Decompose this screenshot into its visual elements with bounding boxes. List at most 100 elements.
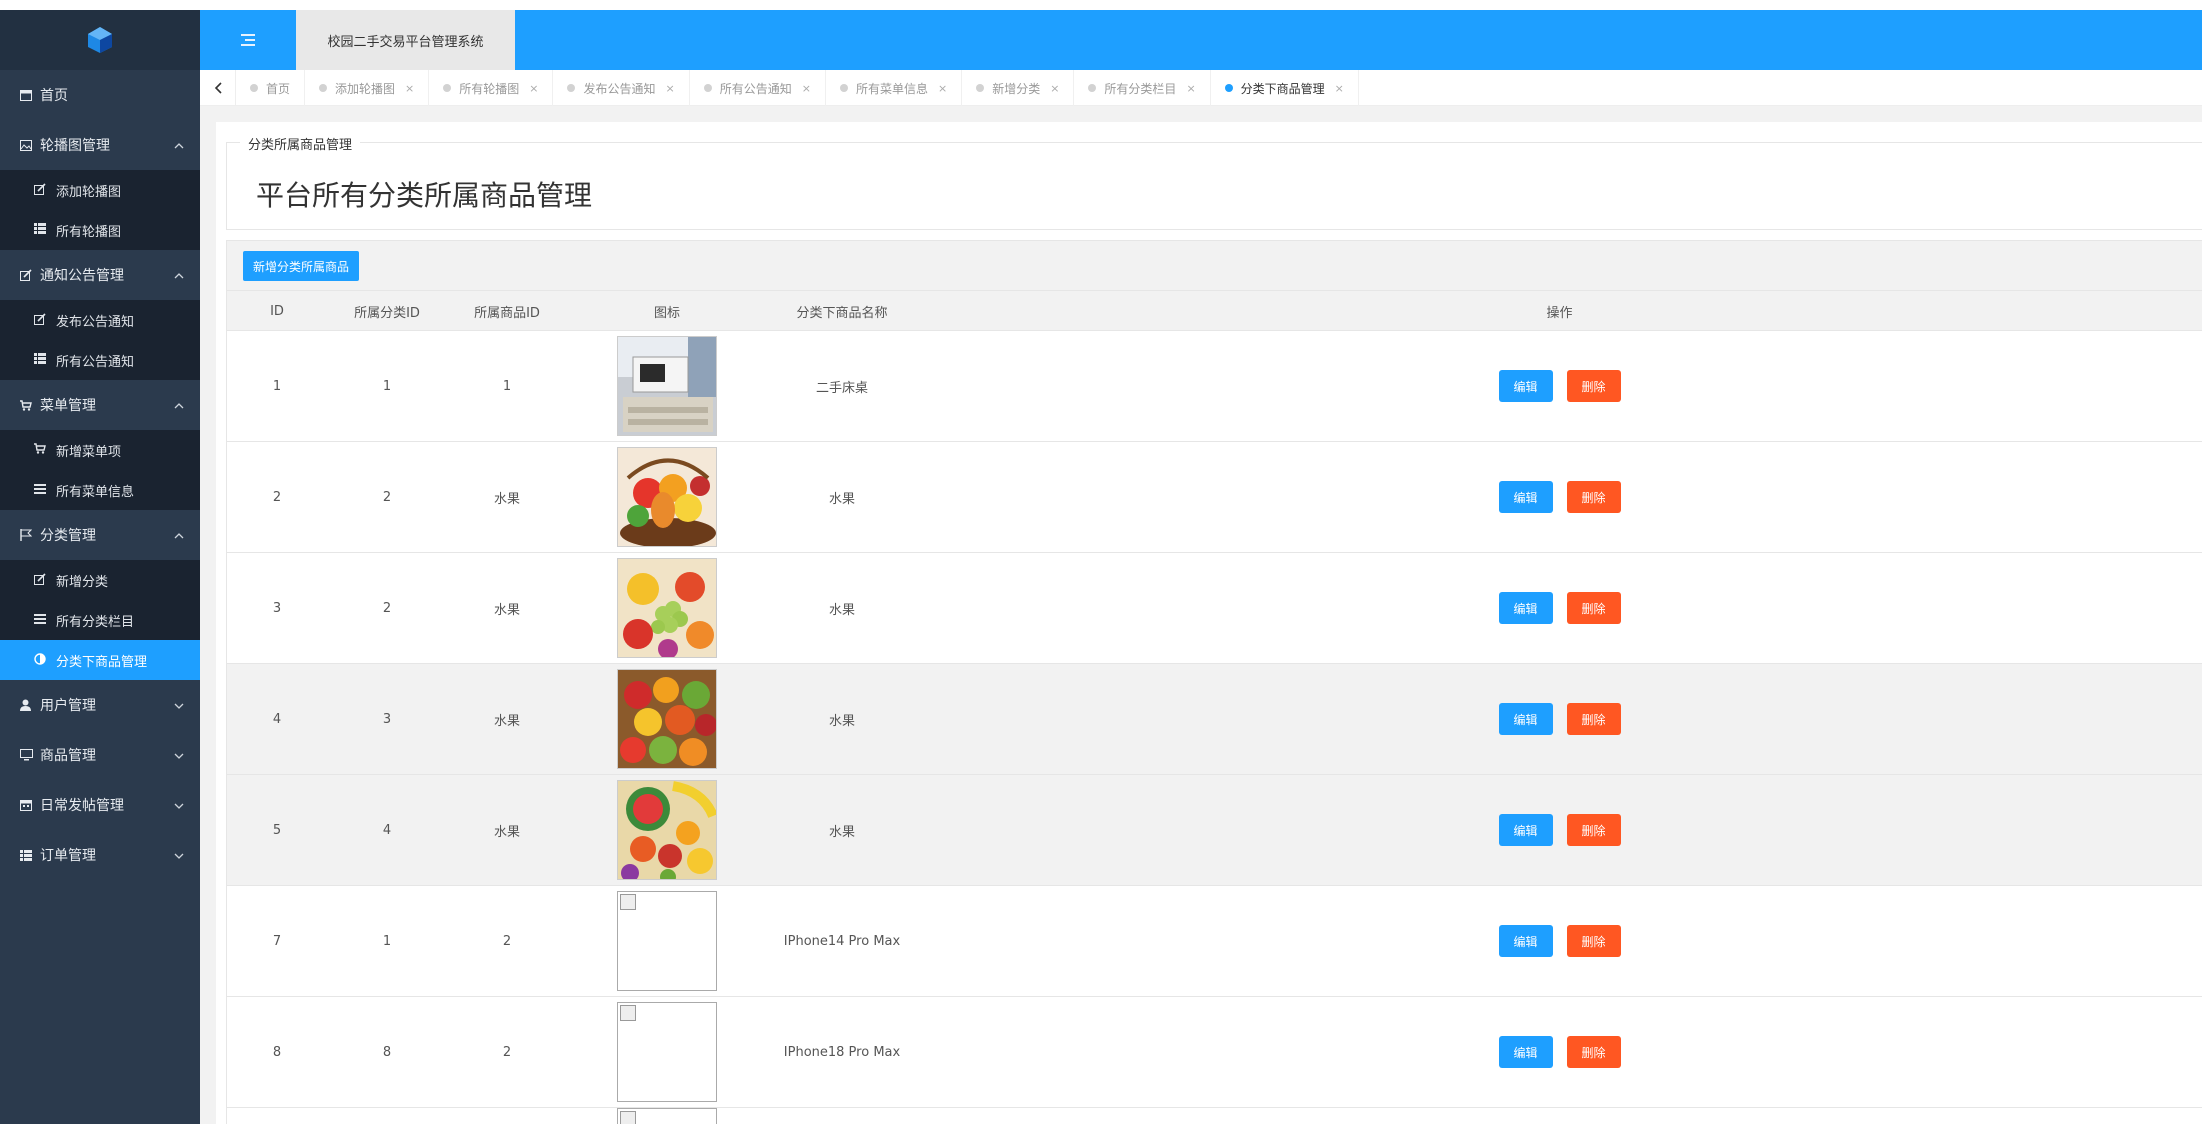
sidebar-item-2-1[interactable]: 所有菜单信息 <box>0 470 200 510</box>
sidebar-item-1-0[interactable]: 发布公告通知 <box>0 300 200 340</box>
flag-icon <box>20 529 40 541</box>
sidebar-group-5[interactable]: 商品管理 <box>0 730 200 780</box>
close-icon[interactable]: × <box>1335 82 1344 95</box>
table-row[interactable]: 4 3 水果 水果 编辑 删除 <box>227 664 2202 775</box>
sidebar-groups: 轮播图管理添加轮播图所有轮播图 通知公告管理 发布公告通知所有公告通知菜单管理 新增菜… <box>0 120 200 880</box>
sidebar-group-6[interactable]: 日常发帖管理 <box>0 780 200 830</box>
cell-actions: 编辑 删除 <box>917 553 2202 663</box>
cell-id: 4 <box>272 711 282 727</box>
delete-button[interactable]: 删除 <box>1566 592 1621 624</box>
close-icon[interactable]: × <box>1050 82 1059 95</box>
delete-button[interactable]: 删除 <box>1566 703 1621 735</box>
close-icon[interactable]: × <box>405 82 414 95</box>
chevron-up-icon <box>174 528 184 542</box>
cell-icon <box>567 331 767 441</box>
sidebar-group-label: 用户管理 <box>40 698 96 714</box>
delete-button[interactable]: 删除 <box>1566 481 1621 513</box>
row-actions: 编辑 删除 <box>1498 925 1621 957</box>
broken-image-icon <box>617 1108 717 1124</box>
edit-button[interactable]: 编辑 <box>1498 1036 1553 1068</box>
sidebar-item-3-1[interactable]: 所有分类栏目 <box>0 600 200 640</box>
tab-label: 首页 <box>266 81 291 96</box>
column-header-id[interactable]: ID <box>227 291 327 331</box>
sidebar-item-label: 所有公告通知 <box>56 354 135 370</box>
sidebar-group-0[interactable]: 轮播图管理 <box>0 120 200 170</box>
cell-goods-id: 水果 <box>493 491 520 507</box>
system-title-tab[interactable]: 校园二手交易平台管理系统 <box>296 10 515 70</box>
sidebar-group-3[interactable]: 分类管理 <box>0 510 200 560</box>
table-row[interactable]: 3 2 水果 水果 编辑 删除 <box>227 553 2202 664</box>
close-icon[interactable]: × <box>1186 82 1195 95</box>
edit-button[interactable]: 编辑 <box>1498 703 1553 735</box>
tab-4[interactable]: 所有公告通知 × <box>690 70 826 106</box>
tab-1[interactable]: 添加轮播图 × <box>305 70 430 106</box>
table-row-partial <box>227 1108 2202 1124</box>
delete-button[interactable]: 删除 <box>1566 925 1621 957</box>
tab-status-dot <box>1224 84 1233 92</box>
sidebar-group-4[interactable]: 用户管理 <box>0 680 200 730</box>
edit-button[interactable]: 编辑 <box>1498 925 1553 957</box>
chevron-down-icon <box>174 698 184 712</box>
grapes-fruit-photo <box>617 558 717 658</box>
sidebar-item-0-1[interactable]: 所有轮播图 <box>0 210 200 250</box>
tab-8[interactable]: 分类下商品管理 × <box>1211 70 1359 106</box>
tab-6[interactable]: 新增分类 × <box>962 70 1075 106</box>
add-category-goods-button[interactable]: 新增分类所属商品 <box>243 251 360 281</box>
tab-status-dot <box>567 84 576 92</box>
cell-category-id: 8 <box>382 1044 392 1060</box>
sidebar-group-7[interactable]: 订单管理 <box>0 830 200 880</box>
chevron-down-icon <box>174 848 184 862</box>
close-icon[interactable]: × <box>938 82 947 95</box>
edit-button[interactable]: 编辑 <box>1498 814 1553 846</box>
row-actions: 编辑 删除 <box>1498 703 1621 735</box>
close-icon[interactable]: × <box>529 82 538 95</box>
column-header-name[interactable]: 分类下商品名称 <box>767 291 917 331</box>
table-row[interactable]: 8 8 2 IPhone18 Pro Max 编辑 删除 <box>227 997 2202 1108</box>
sidebar-item-1-1[interactable]: 所有公告通知 <box>0 340 200 380</box>
delete-button[interactable]: 删除 <box>1566 814 1621 846</box>
cell-category-id: 4 <box>382 822 392 838</box>
column-header-icon[interactable]: 图标 <box>567 291 767 331</box>
edit-button[interactable]: 编辑 <box>1498 370 1553 402</box>
tab-label: 所有菜单信息 <box>855 81 928 96</box>
sidebar-item-home[interactable]: 首页 <box>0 70 200 120</box>
cell-goods-id: 水果 <box>493 602 520 618</box>
tab-5[interactable]: 所有菜单信息 × <box>826 70 963 106</box>
table-row[interactable]: 5 4 水果 水果 编辑 删除 <box>227 775 2202 886</box>
cell-category-id: 2 <box>382 600 392 616</box>
column-header-category-id[interactable]: 所属分类ID <box>327 291 447 331</box>
cell-goods-id: 1 <box>502 378 512 394</box>
delete-button[interactable]: 删除 <box>1566 1036 1621 1068</box>
cell-actions: 编辑 删除 <box>917 331 2202 441</box>
cell-goods-id: 2 <box>502 933 512 949</box>
sidebar-group-2[interactable]: 菜单管理 <box>0 380 200 430</box>
page-title: 平台所有分类所属商品管理 <box>256 179 593 212</box>
monitor-icon <box>20 749 40 761</box>
cell-icon <box>567 442 767 552</box>
column-header-actions[interactable]: 操作 <box>917 291 2202 331</box>
table-row[interactable]: 7 1 2 IPhone14 Pro Max 编辑 删除 <box>227 886 2202 997</box>
tab-0[interactable]: 首页 <box>236 70 306 106</box>
chevron-left-icon[interactable] <box>200 70 236 106</box>
sidebar-item-label: 添加轮播图 <box>56 184 122 200</box>
sidebar-item-2-0[interactable]: 新增菜单项 <box>0 430 200 470</box>
sidebar-group-1[interactable]: 通知公告管理 <box>0 250 200 300</box>
table-row[interactable]: 1 1 1 二手床桌 编辑 删除 <box>227 331 2202 442</box>
tab-2[interactable]: 所有轮播图 × <box>429 70 554 106</box>
sidebar-item-0-0[interactable]: 添加轮播图 <box>0 170 200 210</box>
column-header-goods-id[interactable]: 所属商品ID <box>447 291 567 331</box>
close-icon[interactable]: × <box>802 82 811 95</box>
sidebar-item-3-2[interactable]: 分类下商品管理 <box>0 640 200 680</box>
tab-7[interactable]: 所有分类栏目 × <box>1074 70 1211 106</box>
table-row[interactable]: 2 2 水果 水果 编辑 删除 <box>227 442 2202 553</box>
tab-3[interactable]: 发布公告通知 × <box>553 70 690 106</box>
menu-toggle-icon[interactable] <box>200 10 296 70</box>
delete-button[interactable]: 删除 <box>1566 370 1621 402</box>
edit-icon <box>34 572 56 588</box>
sidebar-item-3-0[interactable]: 新增分类 <box>0 560 200 600</box>
edit-button[interactable]: 编辑 <box>1498 592 1553 624</box>
close-icon[interactable]: × <box>666 82 675 95</box>
broken-image-glyph <box>620 1111 636 1124</box>
tab-status-dot <box>1088 84 1097 92</box>
edit-button[interactable]: 编辑 <box>1498 481 1553 513</box>
